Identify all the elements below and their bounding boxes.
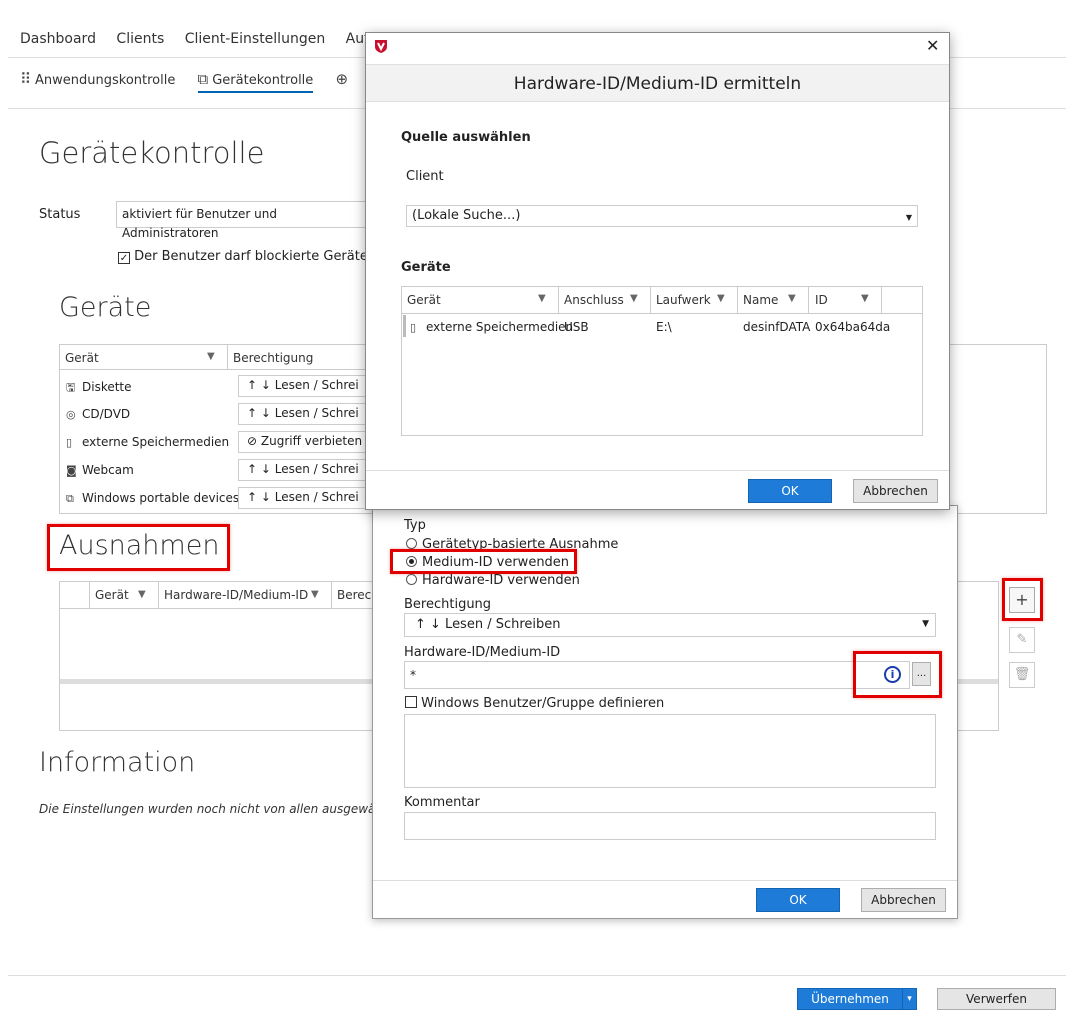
filter-icon[interactable]: ▼ (717, 293, 725, 304)
hwid-dialog-title: Hardware-ID/Medium-ID ermitteln (366, 64, 949, 102)
chevron-down-icon: ▼ (922, 619, 929, 629)
device-row[interactable]: ◎ CD/DVD (66, 407, 130, 421)
device-row[interactable]: ⧉ Windows portable devices (66, 491, 239, 506)
hwid-col-drive[interactable]: Laufwerk (656, 293, 711, 307)
highlight-hwid-buttons (853, 651, 942, 698)
row-selection-indicator (403, 315, 406, 337)
trash-icon[interactable]: 🗑 (1009, 662, 1035, 688)
exception-ok-button[interactable]: OK (756, 888, 840, 912)
filter-icon[interactable]: ▼ (207, 351, 215, 362)
hwid-col-id[interactable]: ID (815, 293, 828, 307)
exceptions-col-hwid[interactable]: Hardware-ID/Medium-ID (164, 588, 308, 602)
footer-divider (8, 975, 1066, 976)
comment-label: Kommentar (404, 795, 480, 810)
windows-user-row: Windows Benutzer/Gruppe definieren (405, 696, 664, 711)
exception-permission-select[interactable]: ↑ ↓ Lesen / Schreiben ▼ (404, 613, 936, 637)
usb-icon: ▯ (410, 321, 417, 334)
disc-icon: ◎ (66, 408, 76, 421)
page-title: Gerätekontrolle (39, 136, 265, 170)
exception-permission-label: Berechtigung (404, 597, 492, 612)
hwid-cancel-button[interactable]: Abbrechen (853, 479, 938, 503)
highlight-add-button (1002, 578, 1043, 621)
close-icon[interactable]: ✕ (926, 36, 939, 55)
hwid-table-row[interactable]: ▯ externe Speichermedien (410, 320, 573, 334)
tab-application-control[interactable]: ⠿ Anwendungskontrolle (20, 70, 175, 91)
filter-icon[interactable]: ▼ (138, 589, 146, 600)
nav-client-settings[interactable]: Client-Einstellungen (185, 31, 326, 47)
radio-hardware-id[interactable]: Hardware-ID verwenden (406, 573, 580, 588)
highlight-exceptions-title (47, 524, 230, 571)
app-control-icon: ⠿ (20, 70, 31, 88)
nav-clients[interactable]: Clients (116, 31, 164, 47)
client-label: Client (406, 169, 444, 184)
status-select[interactable]: aktiviert für Benutzer und Administrator… (116, 201, 376, 240)
edit-icon[interactable]: ✎ (1009, 627, 1035, 653)
highlight-medium-id (390, 549, 577, 574)
device-row[interactable]: ▯ externe Speichermedien (66, 435, 229, 449)
hwid-row-id: 0x64ba64da (815, 320, 891, 334)
floppy-icon: 🖫 (66, 381, 76, 394)
hwid-devices-table (401, 286, 923, 436)
filter-icon[interactable]: ▼ (311, 589, 319, 600)
type-label: Typ (404, 518, 426, 533)
hwid-col-port[interactable]: Anschluss (564, 293, 624, 307)
discard-button[interactable]: Verwerfen (937, 988, 1056, 1010)
status-label: Status (39, 207, 81, 222)
chevron-down-icon: ▼ (905, 213, 912, 222)
hwid-ok-button[interactable]: OK (748, 479, 832, 503)
allow-blocked-label: Der Benutzer darf blockierte Geräte n (134, 249, 381, 264)
app-logo-icon (373, 38, 389, 54)
exception-cancel-button[interactable]: Abbrechen (861, 888, 946, 912)
hwid-row-name: desinfDATA (743, 320, 811, 334)
comment-input[interactable] (404, 812, 936, 840)
device-control-icon: ⧉ (197, 70, 209, 88)
filter-icon[interactable]: ▼ (861, 293, 869, 304)
permission-select[interactable]: ↑ ↓ Lesen / Schrei (238, 459, 370, 481)
sub-tabs: ⠿ Anwendungskontrolle ⧉ Gerätekontrolle ⊕ (20, 70, 352, 93)
devices-col-device[interactable]: Gerät (65, 351, 99, 365)
users-list[interactable] (404, 714, 936, 788)
hwid-dialog (365, 32, 950, 510)
top-nav: Dashboard Clients Client-Einstellungen A… (20, 31, 405, 47)
hwid-row-port: USB (564, 320, 589, 334)
nav-dashboard[interactable]: Dashboard (20, 31, 96, 47)
devices-heading: Geräte (401, 260, 451, 275)
devices-col-permission[interactable]: Berechtigung (233, 351, 313, 365)
tab-device-control[interactable]: ⧉ Gerätekontrolle (197, 70, 314, 93)
portable-device-icon: ⧉ (66, 492, 74, 505)
allow-blocked-checkbox[interactable]: ✓ (118, 252, 130, 264)
filter-icon[interactable]: ▼ (630, 293, 638, 304)
globe-icon[interactable]: ⊕ (335, 70, 348, 88)
device-row[interactable]: 🖫 Diskette (66, 379, 132, 398)
devices-title: Geräte (59, 292, 152, 323)
permission-select[interactable]: ↑ ↓ Lesen / Schrei (238, 403, 370, 425)
apply-dropdown-icon[interactable]: ▾ (902, 988, 917, 1010)
client-select[interactable]: (Lokale Suche...) ▼ (406, 205, 918, 227)
device-row[interactable]: ◙ Webcam (66, 463, 134, 477)
usb-icon: ▯ (66, 436, 73, 449)
windows-user-checkbox[interactable] (405, 696, 417, 708)
hwid-label: Hardware-ID/Medium-ID (404, 645, 561, 660)
allow-blocked-row: ✓ Der Benutzer darf blockierte Geräte n (118, 249, 380, 264)
exceptions-col-device[interactable]: Gerät (95, 588, 129, 602)
information-title: Information (39, 747, 196, 778)
filter-icon[interactable]: ▼ (538, 293, 546, 304)
apply-button[interactable]: Übernehmen (797, 988, 903, 1010)
hwid-col-device[interactable]: Gerät (407, 293, 441, 307)
permission-select[interactable]: ↑ ↓ Lesen / Schrei (238, 375, 370, 397)
webcam-icon: ◙ (66, 464, 77, 477)
hwid-row-drive: E:\ (656, 320, 672, 334)
filter-icon[interactable]: ▼ (788, 293, 796, 304)
information-text: Die Einstellungen wurden noch nicht von … (39, 802, 376, 816)
source-heading: Quelle auswählen (401, 130, 531, 145)
hwid-col-name[interactable]: Name (743, 293, 778, 307)
hwid-input[interactable]: * (404, 661, 910, 689)
permission-select[interactable]: ↑ ↓ Lesen / Schrei (238, 487, 370, 509)
permission-select[interactable]: ⊘ Zugriff verbieten (238, 431, 370, 453)
